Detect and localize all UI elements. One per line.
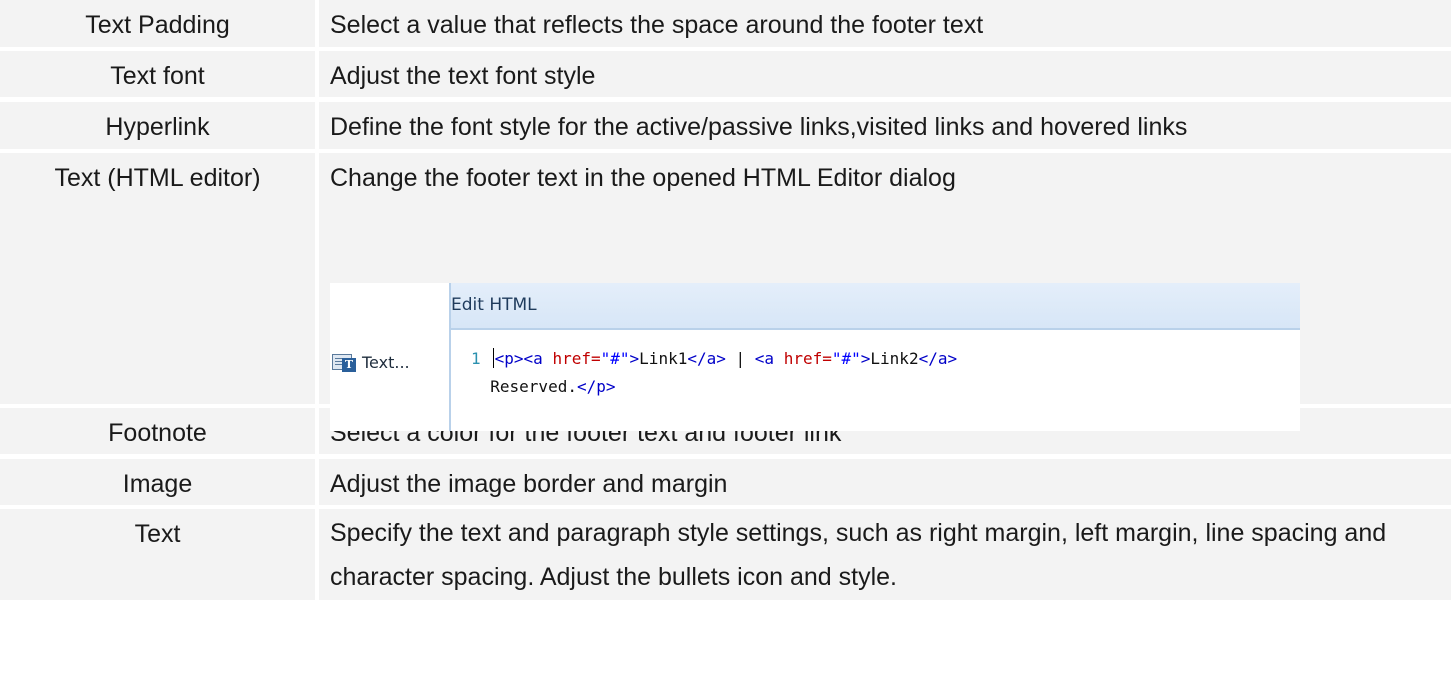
setting-name: Text font [0,51,315,97]
setting-description: Select a value that reflects the space a… [319,0,1451,47]
text-tool-label: Text... [362,352,410,372]
toolstrip: T Text... [330,283,449,431]
code-editor[interactable]: 1 <p><a href="#">Link1</a> | <a href="#">… [471,345,957,401]
edit-html-dialog: Edit HTML 1 <p><a href="#">Link1</a> | <a… [449,283,1300,431]
text-edit-icon: T [332,352,358,372]
text-caret [492,348,494,368]
setting-name: Hyperlink [0,102,315,149]
setting-name: Text Padding [0,0,315,47]
setting-description: Adjust the image border and margin [319,459,1451,505]
text-tool-button[interactable]: T Text... [332,352,410,372]
setting-description: Specify the text and paragraph style set… [319,509,1451,600]
table-row: Image Adjust the image border and margin [0,459,1451,505]
setting-name: Text (HTML editor) [0,153,315,404]
table-row: Text font Adjust the text font style [0,51,1451,97]
setting-description: Define the font style for the active/pas… [319,102,1451,149]
setting-name: Text [0,509,315,600]
table-row: Text Padding Select a value that reflect… [0,0,1451,47]
dialog-title: Edit HTML [451,283,1300,330]
setting-description: Adjust the text font style [319,51,1451,97]
setting-name: Footnote [0,408,315,454]
setting-name: Image [0,459,315,505]
line-number: 1 [471,349,481,368]
table-row: Text Specify the text and paragraph styl… [0,509,1451,600]
table-row: Hyperlink Define the font style for the … [0,102,1451,149]
html-editor-screenshot: T Text... Edit HTML 1 <p><a href="#">Link… [330,283,1300,431]
